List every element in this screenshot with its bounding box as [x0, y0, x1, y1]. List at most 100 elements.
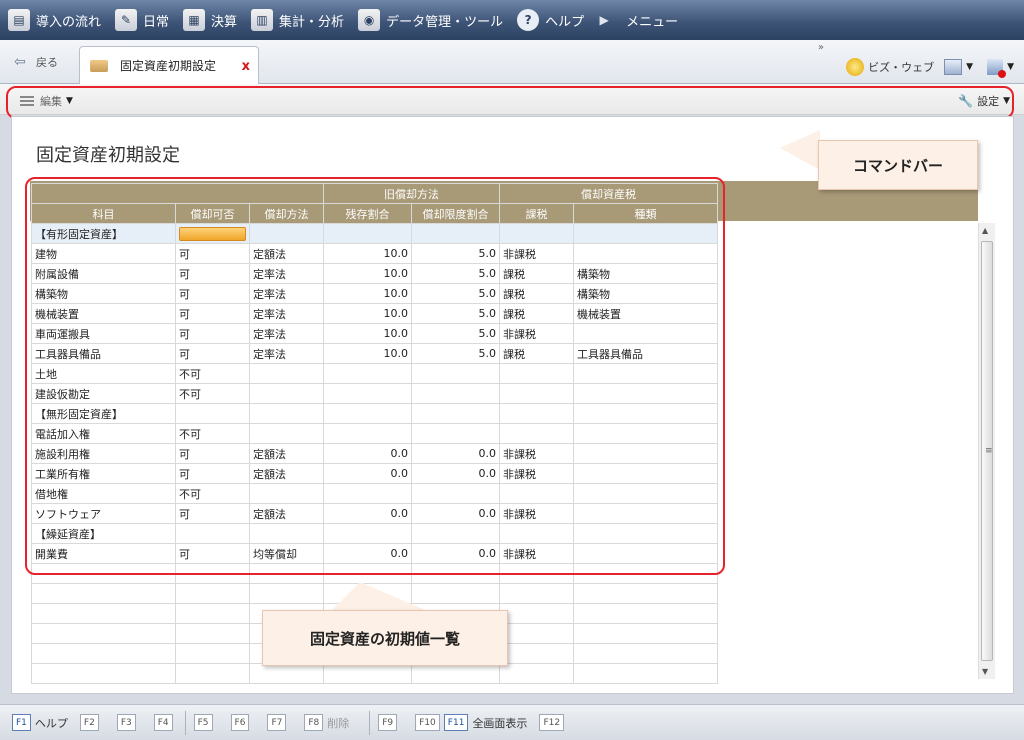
table-cell[interactable]: 0.0	[411, 443, 500, 464]
table-cell[interactable]	[249, 403, 324, 424]
table-row[interactable]: 電話加入権 不可	[31, 423, 718, 444]
table-cell[interactable]: 課税	[499, 263, 574, 284]
table-cell[interactable]: 可	[175, 503, 250, 524]
fkey-f5[interactable]: F5	[193, 714, 213, 731]
table-row[interactable]: 開業費可均等償却 0.0 0.0 非課税	[31, 543, 718, 564]
table-cell[interactable]	[249, 423, 324, 444]
table-cell[interactable]	[411, 403, 500, 424]
tab-fixed-asset-settings[interactable]: 固定資産初期設定 x	[79, 46, 259, 84]
overflow-chevron-icon[interactable]: »	[818, 42, 824, 53]
window-settings-icon[interactable]	[944, 59, 963, 75]
table-cell[interactable]: 可	[175, 543, 250, 564]
table-cell[interactable]	[573, 543, 718, 564]
menu-item-data-tools[interactable]: ◉ データ管理・ツール	[358, 9, 503, 31]
vertical-scrollbar[interactable]: ▲ ≡ ▼	[978, 223, 995, 679]
table-row[interactable]: 工具器具備品可定率法 10.0 5.0 課税 工具器具備品	[31, 343, 718, 364]
table-row[interactable]: 施設利用権可定額法 0.0 0.0 非課税	[31, 443, 718, 464]
table-cell[interactable]	[573, 223, 718, 244]
table-cell[interactable]: 非課税	[499, 463, 574, 484]
table-cell[interactable]: 車両運搬具	[31, 323, 176, 344]
table-cell[interactable]: 0.0	[411, 543, 500, 564]
table-cell[interactable]: 可	[175, 303, 250, 324]
table-cell[interactable]: 不可	[175, 423, 250, 444]
table-cell[interactable]: 5.0	[411, 343, 500, 364]
table-row[interactable]: 附属設備可定率法 10.0 5.0 課税 構築物	[31, 263, 718, 284]
table-cell[interactable]: 定額法	[249, 243, 324, 264]
table-cell[interactable]: 不可	[175, 483, 250, 504]
table-cell[interactable]	[323, 363, 412, 384]
table-cell[interactable]: 借地権	[31, 483, 176, 504]
table-cell[interactable]	[499, 403, 574, 424]
selected-cell-editor[interactable]	[179, 226, 246, 241]
table-cell[interactable]: 建設仮勘定	[31, 383, 176, 404]
table-cell[interactable]	[175, 523, 250, 544]
fkey-f2[interactable]: F2	[79, 714, 99, 731]
table-cell[interactable]: 土地	[31, 363, 176, 384]
table-cell[interactable]	[249, 223, 324, 244]
table-cell[interactable]	[499, 223, 574, 244]
table-cell[interactable]: 非課税	[499, 543, 574, 564]
column-header[interactable]: 償却方法	[249, 203, 324, 224]
table-cell[interactable]	[411, 363, 500, 384]
table-cell[interactable]: 電話加入権	[31, 423, 176, 444]
settings-menu-button[interactable]: 🔧 設定 ▼	[958, 93, 1010, 109]
table-row[interactable]: 建設仮勘定 不可	[31, 383, 718, 404]
table-cell[interactable]: 5.0	[411, 303, 500, 324]
fkey-f4[interactable]: F4	[153, 714, 173, 731]
table-cell[interactable]: 定額法	[249, 443, 324, 464]
table-cell[interactable]	[249, 383, 324, 404]
table-row[interactable]: 建物可定額法 10.0 5.0 非課税	[31, 243, 718, 264]
table-cell[interactable]	[323, 423, 412, 444]
table-cell[interactable]: 非課税	[499, 323, 574, 344]
table-cell[interactable]: 0.0	[411, 463, 500, 484]
table-cell[interactable]: 定率法	[249, 263, 324, 284]
table-cell[interactable]: 10.0	[323, 343, 412, 364]
column-header[interactable]: 残存割合	[323, 203, 412, 224]
table-cell[interactable]: ソフトウェア	[31, 503, 176, 524]
menu-item-analysis[interactable]: ▥ 集計・分析	[251, 9, 344, 31]
menu-item-help[interactable]: ? ヘルプ	[517, 9, 584, 31]
table-cell[interactable]: 定率法	[249, 303, 324, 324]
fkey-f6[interactable]: F6	[230, 714, 250, 731]
fkey-f12[interactable]: F12	[539, 714, 565, 731]
edit-menu-button[interactable]: 編集 ▼	[20, 93, 73, 109]
chevron-down-icon[interactable]: ▼	[1007, 62, 1014, 72]
table-cell[interactable]	[175, 223, 250, 244]
table-cell[interactable]: 5.0	[411, 243, 500, 264]
table-row[interactable]: 工業所有権可定額法 0.0 0.0 非課税	[31, 463, 718, 484]
table-cell[interactable]: 課税	[499, 283, 574, 304]
table-cell[interactable]	[499, 423, 574, 444]
table-cell[interactable]: 課税	[499, 303, 574, 324]
table-cell[interactable]: 【無形固定資産】	[31, 403, 176, 424]
table-cell[interactable]	[323, 403, 412, 424]
table-cell[interactable]	[499, 483, 574, 504]
close-icon[interactable]: x	[242, 59, 250, 74]
table-cell[interactable]: 10.0	[323, 303, 412, 324]
fkey-f3[interactable]: F3	[116, 714, 136, 731]
table-cell[interactable]: 定額法	[249, 503, 324, 524]
table-cell[interactable]: 定率法	[249, 343, 324, 364]
table-cell[interactable]	[573, 363, 718, 384]
table-cell[interactable]: 定率法	[249, 283, 324, 304]
table-cell[interactable]	[499, 383, 574, 404]
table-cell[interactable]: 0.0	[323, 503, 412, 524]
column-header[interactable]: 種類	[573, 203, 718, 224]
table-cell[interactable]: 可	[175, 443, 250, 464]
table-cell[interactable]: 課税	[499, 343, 574, 364]
back-button[interactable]: ⇦ 戻る	[14, 54, 58, 70]
table-cell[interactable]: 可	[175, 243, 250, 264]
table-cell[interactable]: 定率法	[249, 323, 324, 344]
scroll-thumb[interactable]: ≡	[981, 241, 993, 661]
fkey-f11[interactable]: F11	[443, 714, 469, 731]
column-header[interactable]: 課税	[499, 203, 574, 224]
table-row[interactable]: ソフトウェア可定額法 0.0 0.0 非課税	[31, 503, 718, 524]
table-cell[interactable]	[573, 483, 718, 504]
table-cell[interactable]	[573, 523, 718, 544]
table-cell[interactable]	[411, 423, 500, 444]
fkey-f10[interactable]: F10	[415, 714, 440, 731]
table-cell[interactable]: 可	[175, 323, 250, 344]
table-cell[interactable]: 【繰延資産】	[31, 523, 176, 544]
table-cell[interactable]: 不可	[175, 383, 250, 404]
table-cell[interactable]: 施設利用権	[31, 443, 176, 464]
table-cell[interactable]: 非課税	[499, 503, 574, 524]
